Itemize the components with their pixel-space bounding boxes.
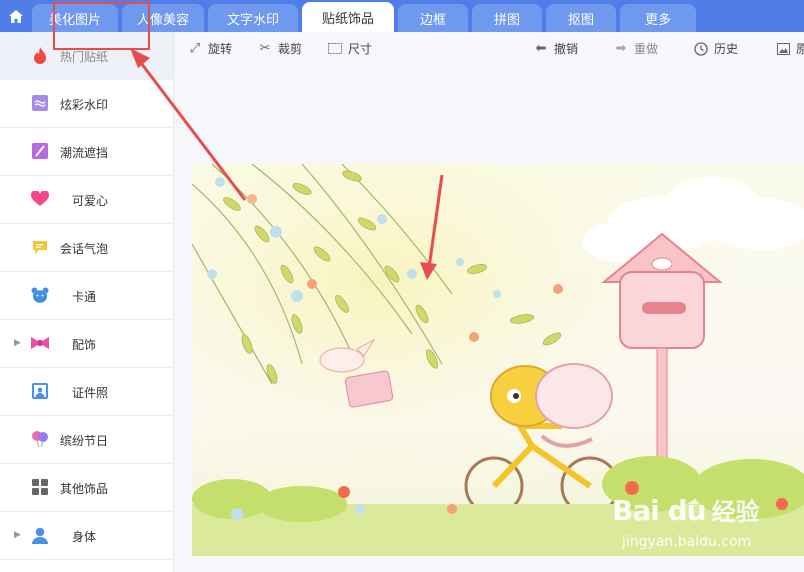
resize-icon [327, 42, 343, 56]
watermark-url: jingyan.baidu.com [622, 534, 752, 550]
sidebar-item-id-photo[interactable]: 证件照 [0, 368, 173, 416]
rotate-icon: ⤢ [189, 41, 201, 56]
undo-label: 撤销 [554, 42, 579, 56]
tab-portrait[interactable]: 人像美容 [122, 4, 204, 32]
tab-text-watermark[interactable]: 文字水印 [208, 4, 298, 32]
redo-button[interactable]: ➡ 重做 [613, 40, 658, 57]
baidu-jingyan-watermark: Bai du 经验 [612, 492, 760, 527]
sidebar-item-label: 潮流遮挡 [60, 146, 109, 160]
sidebar-item-label: 缤纷节日 [60, 434, 109, 448]
tab-border[interactable]: 边框 [398, 4, 468, 32]
expand-arrow-icon[interactable]: ▶ [14, 338, 21, 348]
home-icon [9, 9, 23, 23]
tab-beautify[interactable]: 美化图片 [32, 4, 118, 32]
tab-cutout[interactable]: 抠图 [546, 4, 616, 32]
sidebar-item-other-accessories[interactable]: 其他饰品 [0, 464, 173, 512]
sidebar-item-speech-bubbles[interactable]: 会话气泡 [0, 224, 173, 272]
sidebar-item-hot-stickers[interactable]: 热门贴纸 [0, 32, 173, 80]
home-button[interactable] [0, 0, 32, 32]
undo-button[interactable]: ⬅ 撤销 [533, 40, 578, 57]
heart-icon [31, 190, 49, 208]
sidebar-item-label: 会话气泡 [60, 242, 109, 256]
history-button[interactable]: 历史 [693, 40, 738, 57]
sidebar-item-trendy-cover[interactable]: 潮流遮挡 [0, 128, 173, 176]
original-button[interactable]: 原 [775, 40, 804, 57]
crop-label: 裁剪 [278, 42, 303, 56]
sidebar-item-label: 可爱心 [72, 194, 109, 208]
scissors-icon: ✂ [259, 41, 271, 56]
redo-arrow-icon: ➡ [615, 41, 627, 56]
undo-arrow-icon: ⬅ [535, 41, 547, 56]
jingyan-text: 经验 [711, 498, 760, 526]
sidebar-item-cartoon[interactable]: 卡通 [0, 272, 173, 320]
tab-stickers[interactable]: 贴纸饰品 [302, 2, 394, 32]
sidebar-item-accessories[interactable]: ▶ 配饰 [0, 320, 173, 368]
watermark-icon [31, 94, 49, 112]
tab-more[interactable]: 更多 [620, 4, 696, 32]
sticker-category-sidebar: 热门贴纸 炫彩水印 潮流遮挡 可爱心 会话气泡 卡通 ▶ 配饰 证件照 缤纷节日… [0, 32, 174, 572]
person-icon [31, 526, 49, 544]
clock-icon [693, 41, 709, 56]
id-photo-icon [31, 382, 49, 400]
size-button[interactable]: 尺寸 [327, 40, 372, 57]
flame-icon [31, 46, 49, 64]
crop-button[interactable]: ✂ 裁剪 [257, 40, 302, 57]
expand-arrow-icon[interactable]: ▶ [14, 530, 21, 540]
sidebar-item-festivals[interactable]: 缤纷节日 [0, 416, 173, 464]
rotate-label: 旋转 [208, 42, 233, 56]
rotate-button[interactable]: ⤢ 旋转 [187, 40, 232, 57]
sidebar-item-label: 证件照 [72, 386, 109, 400]
baidu-logo-text: Bai du [612, 494, 707, 527]
bow-icon [31, 334, 49, 352]
redo-label: 重做 [634, 42, 659, 56]
sidebar-item-label: 配饰 [72, 338, 97, 352]
sidebar-item-label: 卡通 [72, 290, 97, 304]
sidebar-item-cute-hearts[interactable]: 可爱心 [0, 176, 173, 224]
sidebar-item-label: 身体 [72, 530, 97, 544]
sidebar-item-label: 炫彩水印 [60, 98, 109, 112]
speech-bubble-icon [31, 238, 49, 256]
top-tab-bar: 美化图片 人像美容 文字水印 贴纸饰品 边框 拼图 抠图 更多 [0, 0, 804, 32]
original-label: 原 [796, 42, 804, 56]
balloon-icon [31, 430, 49, 448]
edit-toolbar: ⤢ 旋转 ✂ 裁剪 尺寸 ⬅ 撤销 ➡ 重做 历史 原 [175, 32, 804, 62]
bear-icon [31, 286, 49, 304]
sidebar-item-label: 其他饰品 [60, 482, 109, 496]
grid-icon [31, 478, 49, 496]
sidebar-item-colorful-watermark[interactable]: 炫彩水印 [0, 80, 173, 128]
image-icon [775, 42, 791, 56]
sidebar-item-body[interactable]: ▶ 身体 [0, 512, 173, 560]
size-label: 尺寸 [348, 42, 373, 56]
history-label: 历史 [714, 42, 739, 56]
sidebar-item-label: 热门贴纸 [60, 50, 109, 64]
slash-icon [31, 142, 49, 160]
tab-collage[interactable]: 拼图 [472, 4, 542, 32]
